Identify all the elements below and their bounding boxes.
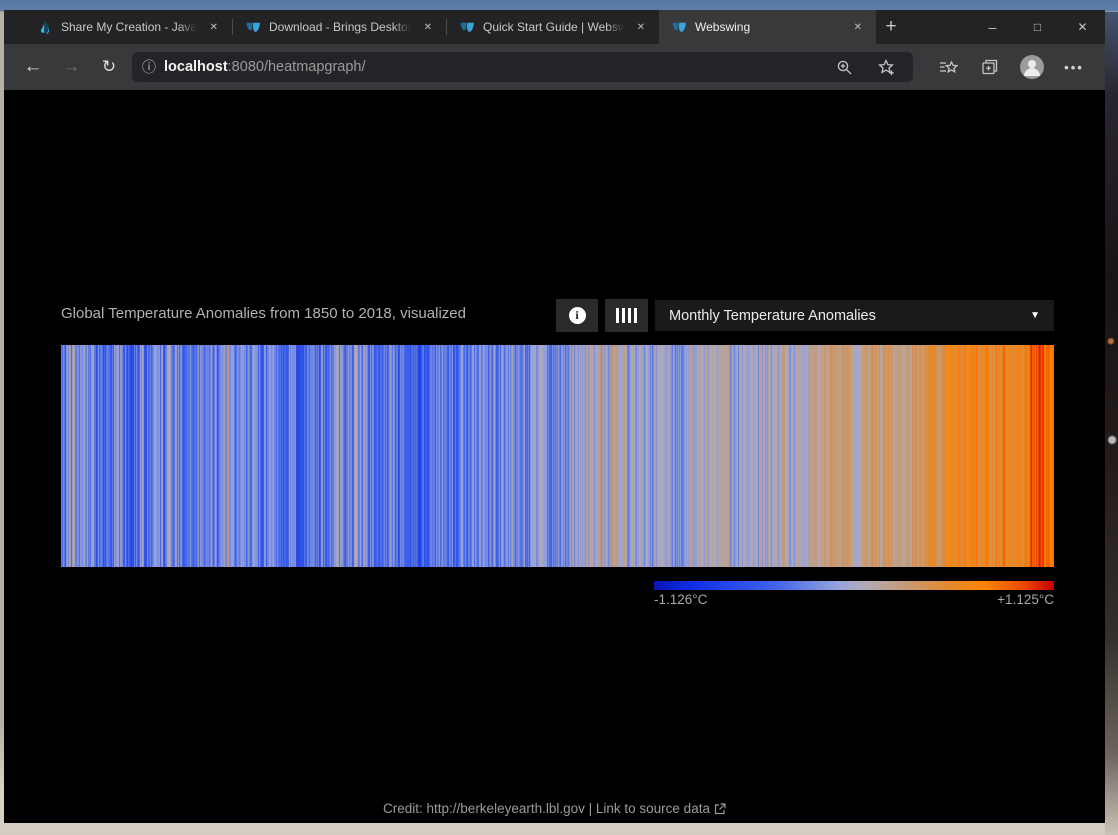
site-info-icon[interactable]: ⓘ (142, 57, 156, 77)
forward-button[interactable]: → (52, 49, 90, 85)
scale-max-label: +1.125°C (997, 592, 1054, 607)
back-button[interactable]: ← (14, 49, 52, 85)
tab-close-icon[interactable]: ✕ (419, 19, 437, 36)
scale-min-label: -1.126°C (654, 592, 707, 607)
stripes-icon (616, 308, 637, 323)
color-scale-bar (654, 581, 1054, 590)
webswing-icon (671, 20, 687, 35)
add-favorite-icon[interactable] (869, 53, 903, 81)
tab-title: Quick Start Guide | Webswing (483, 20, 624, 34)
tab-close-icon[interactable]: ✕ (205, 19, 223, 36)
info-button[interactable]: i (556, 299, 598, 332)
browser-tab[interactable]: Share My Creation - JavaFX a ✕ (25, 10, 232, 44)
webswing-icon (245, 20, 261, 35)
chevron-down-icon: ▼ (1030, 310, 1040, 321)
source-data-link[interactable]: Link to source data (596, 801, 710, 816)
tab-title: Share My Creation - JavaFX a (61, 20, 197, 34)
webswing-icon (459, 20, 475, 35)
tab-strip: Share My Creation - JavaFX a✕Download - … (4, 10, 1105, 44)
favorites-icon[interactable] (927, 53, 969, 81)
refresh-button[interactable]: ↻ (90, 49, 128, 85)
url-host: localhost (164, 59, 228, 75)
external-link-icon (714, 803, 726, 815)
desktop-wallpaper-strip (1105, 12, 1118, 835)
more-menu-icon[interactable]: ••• (1053, 53, 1095, 81)
browser-window: Share My Creation - JavaFX a✕Download - … (4, 10, 1105, 823)
tab-close-icon[interactable]: ✕ (849, 19, 867, 36)
page-content: Global Temperature Anomalies from 1850 t… (4, 90, 1105, 823)
series-dropdown[interactable]: Monthly Temperature Anomalies ▼ (655, 300, 1054, 331)
browser-tab[interactable]: Webswing ✕ (659, 10, 876, 44)
tab-title: Webswing (695, 20, 841, 34)
new-tab-button[interactable]: + (876, 10, 906, 44)
color-scale-labels: -1.126°C +1.125°C (654, 592, 1054, 607)
tab-title: Download - Brings Desktop A (269, 20, 411, 34)
zoom-icon[interactable] (827, 53, 861, 81)
minimize-button[interactable]: – (970, 10, 1015, 44)
profile-avatar[interactable] (1011, 53, 1053, 81)
maximize-button[interactable]: □ (1015, 10, 1060, 44)
credit-text: Credit: http://berkeleyearth.lbl.gov | (383, 801, 596, 816)
browser-toolbar: ← → ↻ ⓘ localhost :8080/heatmapgraph/ (4, 44, 1105, 90)
url-path: :8080/heatmapgraph/ (228, 59, 366, 75)
window-controls: – □ ✕ (970, 10, 1105, 44)
collections-icon[interactable] (969, 53, 1011, 81)
tab-close-icon[interactable]: ✕ (632, 19, 650, 36)
temperature-stripes-heatmap[interactable] (61, 345, 1054, 567)
desktop: Share My Creation - JavaFX a✕Download - … (0, 0, 1118, 835)
stripes-view-button[interactable] (605, 299, 648, 332)
browser-tab[interactable]: Quick Start Guide | Webswing ✕ (447, 10, 659, 44)
flame-icon (37, 20, 53, 35)
info-icon: i (569, 307, 586, 324)
credit-footer: Credit: http://berkeleyearth.lbl.gov | L… (4, 801, 1105, 816)
close-button[interactable]: ✕ (1060, 10, 1105, 44)
page-title: Global Temperature Anomalies from 1850 t… (61, 305, 466, 322)
browser-tab[interactable]: Download - Brings Desktop A ✕ (233, 10, 446, 44)
address-bar[interactable]: ⓘ localhost :8080/heatmapgraph/ (132, 52, 913, 82)
series-dropdown-value: Monthly Temperature Anomalies (669, 308, 876, 324)
